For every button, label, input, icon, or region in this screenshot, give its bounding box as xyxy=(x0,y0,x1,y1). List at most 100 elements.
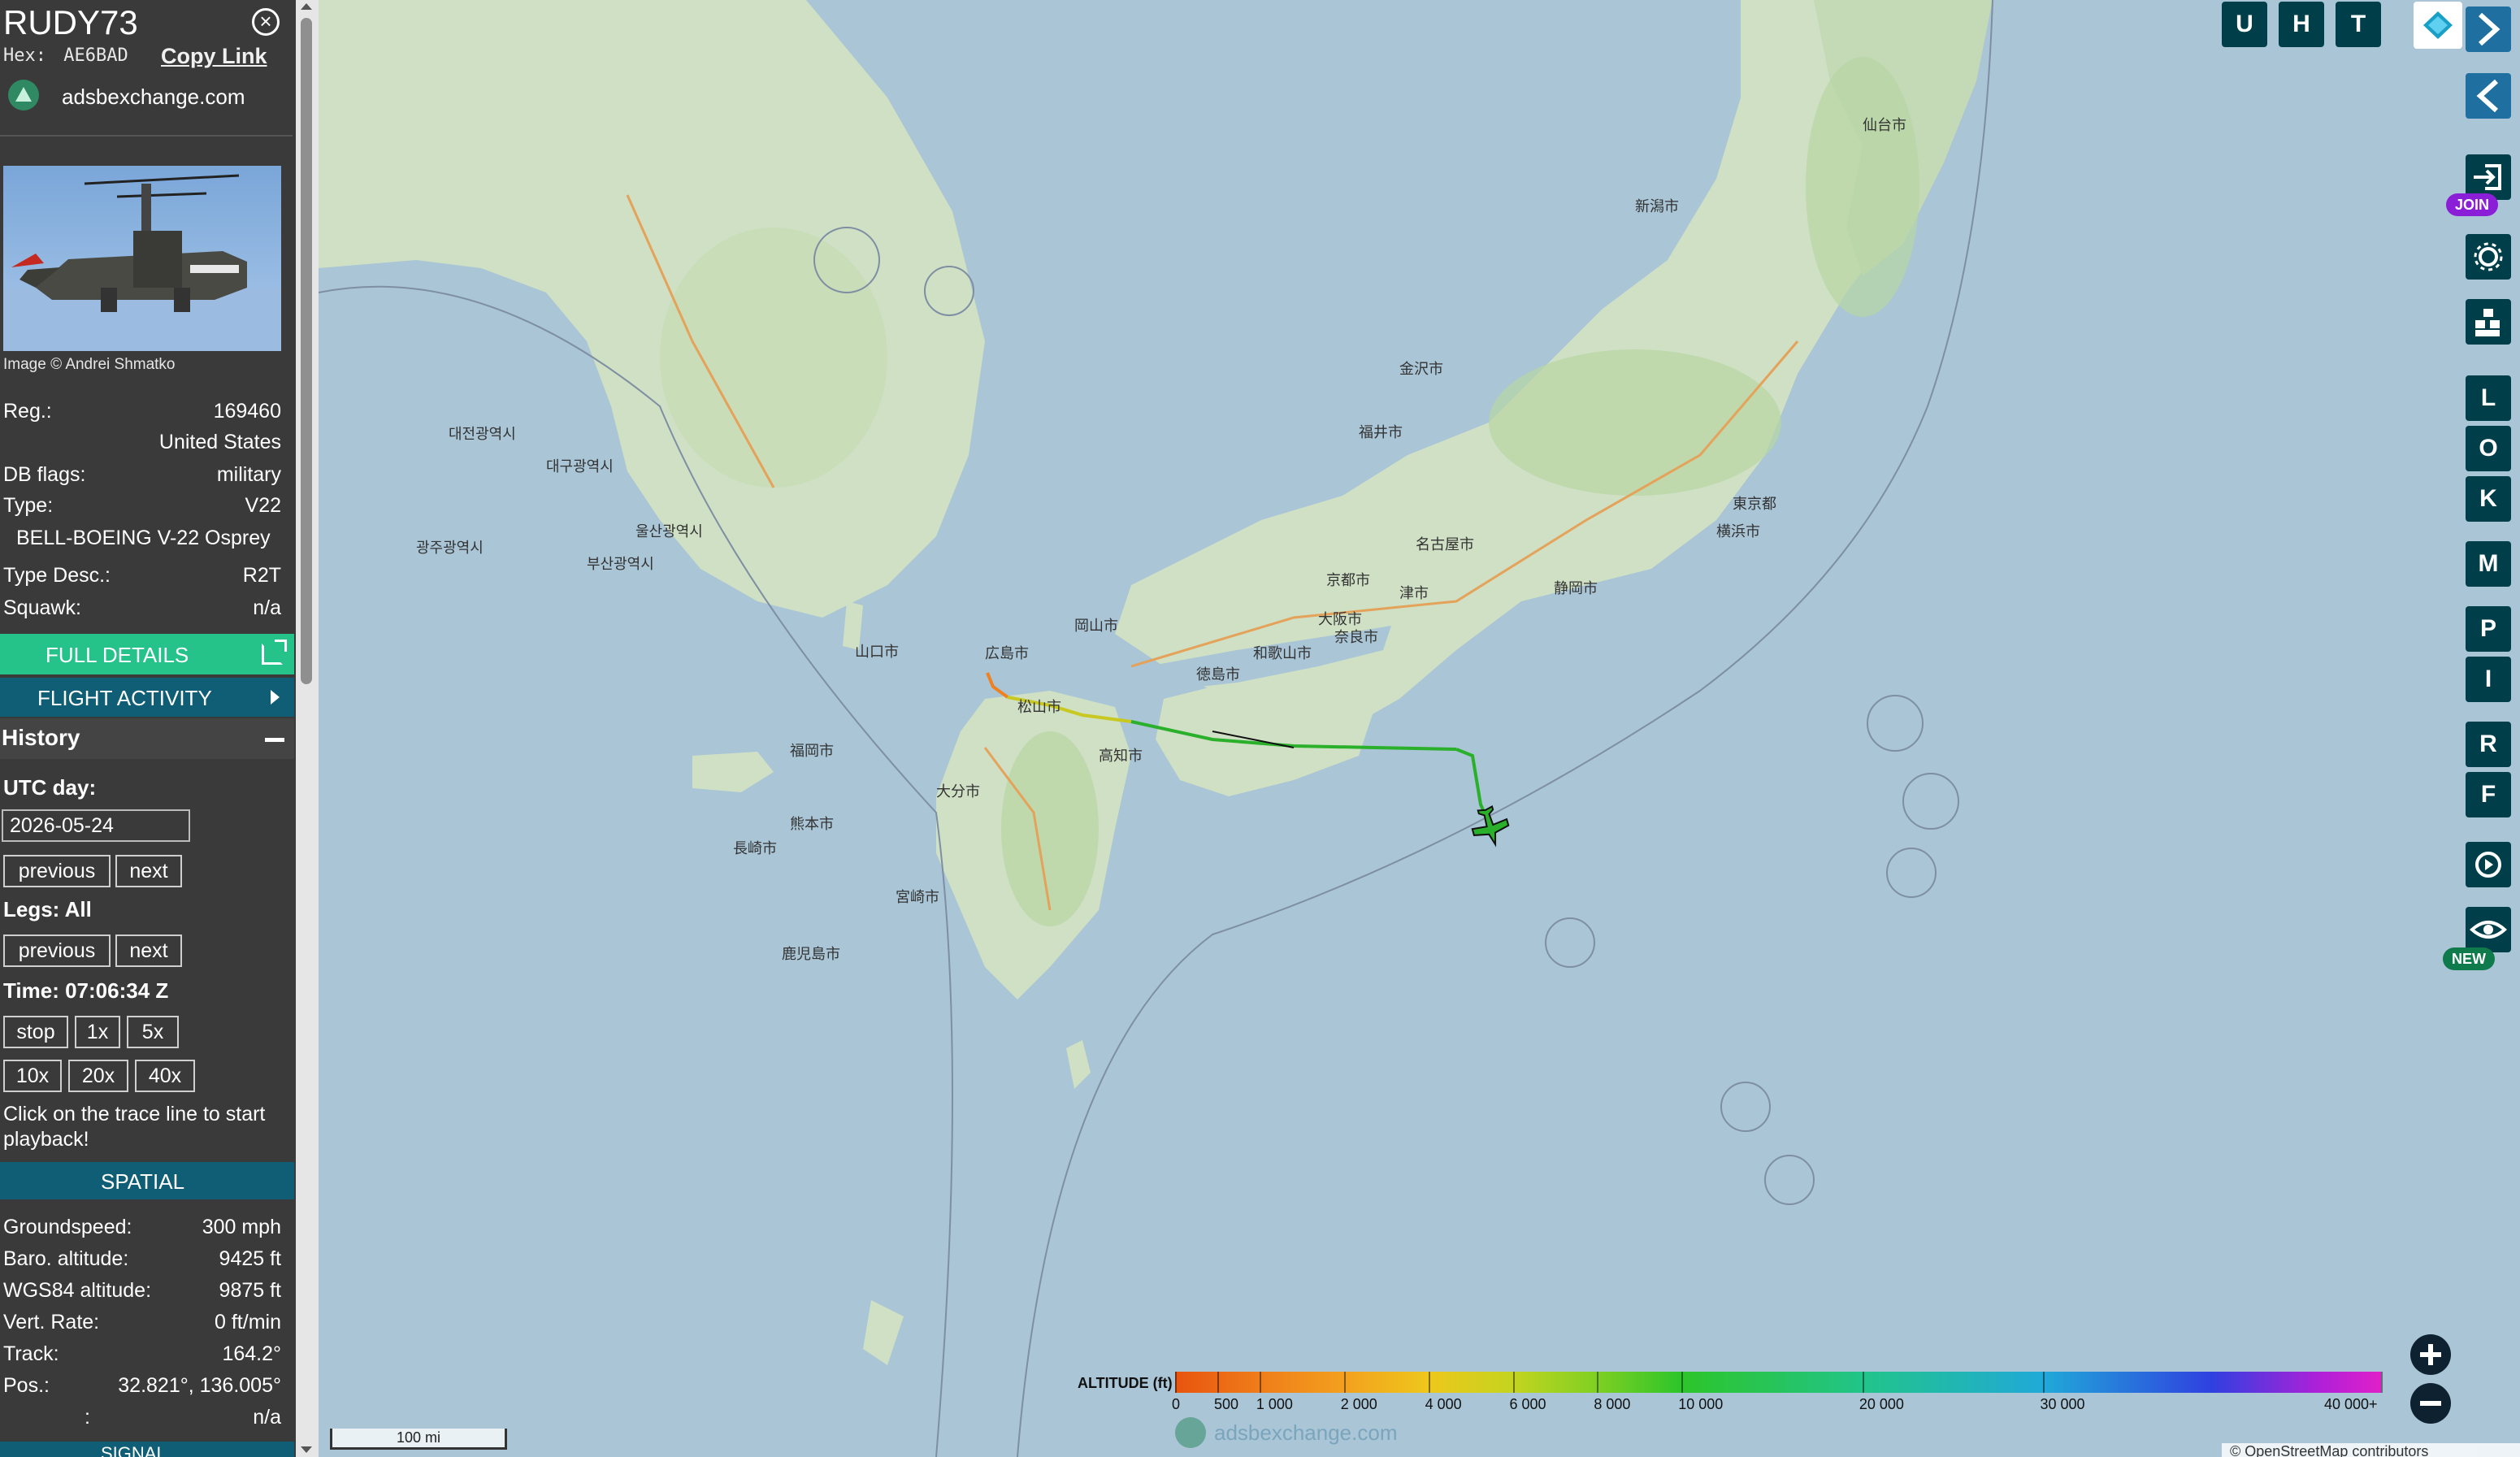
full-details-button[interactable]: FULL DETAILS xyxy=(0,634,294,674)
city-label-kagoshima: 鹿児島市 xyxy=(782,946,840,962)
spatial-header[interactable]: SPATIAL xyxy=(0,1162,294,1199)
aircraft-info-panel: RUDY73 × Hex: AE6BAD Copy Link adsbexcha… xyxy=(0,0,296,1457)
toggle-h-button[interactable]: H xyxy=(2279,2,2324,47)
flight-activity-button[interactable]: FLIGHT ACTIVITY xyxy=(0,678,294,717)
altitude-tick-label: 10 000 xyxy=(1678,1396,1724,1412)
divider xyxy=(0,135,293,137)
map-attribution[interactable]: © OpenStreetMap contributors xyxy=(2222,1443,2520,1457)
letter-r-button[interactable]: R xyxy=(2466,722,2511,767)
typedesc-label: Type Desc.: xyxy=(3,564,111,587)
toggle-u-button[interactable]: U xyxy=(2222,2,2267,47)
close-icon[interactable]: × xyxy=(252,8,280,36)
tanegashima-island xyxy=(1066,1040,1091,1089)
signal-title: SIGNAL xyxy=(101,1443,167,1457)
day-next-button[interactable]: next xyxy=(115,855,182,887)
wgs-value: 9875 ft xyxy=(219,1279,281,1302)
signal-header[interactable]: SIGNAL xyxy=(0,1442,294,1457)
city-label-kyoto: 京都市 xyxy=(1326,572,1370,588)
layers-button[interactable] xyxy=(2414,2,2462,49)
hex-value: AE6BAD xyxy=(63,46,128,66)
city-label-okayama: 岡山市 xyxy=(1074,618,1118,634)
speed-5x-button[interactable]: 5x xyxy=(127,1016,179,1048)
letter-k-button[interactable]: K xyxy=(2466,476,2511,522)
settings-button[interactable] xyxy=(2466,234,2511,280)
layers-icon xyxy=(2423,11,2453,39)
city-label-tsu: 津市 xyxy=(1399,585,1429,601)
hex-label: Hex: xyxy=(3,46,46,66)
hex-row: Hex: AE6BAD xyxy=(3,46,128,66)
altitude-tick-label: 8 000 xyxy=(1594,1396,1631,1412)
jeju-island xyxy=(692,752,774,792)
plus-icon xyxy=(2420,1344,2441,1365)
speed-10x-button[interactable]: 10x xyxy=(3,1060,62,1092)
city-label-yokohama: 横浜市 xyxy=(1716,523,1760,540)
extra-value: n/a xyxy=(253,1406,281,1429)
day-previous-button[interactable]: previous xyxy=(3,855,111,887)
altitude-tick-label: 20 000 xyxy=(1859,1396,1904,1412)
watermark-text: adsbexchange.com xyxy=(1214,1420,1398,1445)
map-canvas[interactable]: 広島市 山口市 福岡市 長崎市 熊本市 鹿児島市 松山市 高知市 大阪市 京都市… xyxy=(319,0,2520,1457)
speed-40x-button[interactable]: 40x xyxy=(135,1060,195,1092)
squawk-value: n/a xyxy=(253,596,281,619)
letter-o-button[interactable]: O xyxy=(2466,426,2511,471)
city-label-tokushima: 徳島市 xyxy=(1196,666,1240,683)
gear-icon xyxy=(2474,242,2503,271)
toggle-t-button[interactable]: T xyxy=(2336,2,2381,47)
letter-f-button[interactable]: F xyxy=(2466,772,2511,817)
zoom-out-button[interactable] xyxy=(2410,1383,2451,1424)
city-label-miyazaki: 宮崎市 xyxy=(896,889,939,905)
stop-button[interactable]: stop xyxy=(3,1016,68,1048)
scroll-up-icon[interactable] xyxy=(301,3,312,10)
extra-label: : xyxy=(85,1406,90,1429)
speed-20x-button[interactable]: 20x xyxy=(68,1060,128,1092)
source-link[interactable]: adsbexchange.com xyxy=(62,85,245,110)
letter-p-button[interactable]: P xyxy=(2466,606,2511,652)
altitude-tick-label: 0 xyxy=(1172,1396,1181,1412)
city-label-wakayama: 和歌山市 xyxy=(1253,645,1312,661)
replay-button[interactable] xyxy=(2466,842,2511,887)
city-label-kumamoto: 熊本市 xyxy=(790,816,834,832)
date-input[interactable] xyxy=(2,809,190,842)
city-label-kochi: 高知市 xyxy=(1099,748,1143,764)
history-header[interactable]: History xyxy=(0,718,294,759)
vert-value: 0 ft/min xyxy=(215,1311,281,1333)
altitude-tick-mark xyxy=(1512,1372,1515,1393)
aircraft-photo[interactable] xyxy=(3,166,281,351)
speed-1x-button[interactable]: 1x xyxy=(75,1016,120,1048)
altitude-tick-mark xyxy=(1217,1372,1219,1393)
new-badge: NEW xyxy=(2443,947,2495,970)
eye-icon xyxy=(2470,921,2507,939)
sidebar-scrollbar[interactable] xyxy=(296,0,319,1457)
scroll-down-icon[interactable] xyxy=(301,1446,312,1453)
city-label-nagasaki: 長崎市 xyxy=(733,840,777,856)
baro-label: Baro. altitude: xyxy=(3,1247,129,1270)
view-button[interactable] xyxy=(2466,907,2511,952)
japan-shikoku xyxy=(1156,683,1375,796)
city-label-hiroshima: 広島市 xyxy=(985,645,1029,661)
aircraft-icon[interactable] xyxy=(1468,804,1512,849)
utc-day-label: UTC day: xyxy=(3,775,97,800)
minus-icon xyxy=(2420,1401,2441,1406)
leg-previous-button[interactable]: previous xyxy=(3,934,111,967)
scrollbar-thumb[interactable] xyxy=(301,18,312,684)
dbflags-label: DB flags: xyxy=(3,463,86,486)
zoom-in-button[interactable] xyxy=(2410,1334,2451,1375)
collapse-icon[interactable] xyxy=(265,738,284,742)
letter-l-button[interactable]: L xyxy=(2466,375,2511,421)
reg-label: Reg.: xyxy=(3,400,52,423)
letter-i-button[interactable]: I xyxy=(2466,657,2511,702)
country-value: United States xyxy=(158,431,281,453)
letter-m-button[interactable]: M xyxy=(2466,541,2511,587)
altitude-tick-label: 40 000+ xyxy=(2324,1396,2378,1412)
filter-button[interactable] xyxy=(2466,299,2511,345)
collapse-left-button[interactable] xyxy=(2466,73,2511,119)
copy-link[interactable]: Copy Link xyxy=(161,44,267,69)
city-label-nagoya: 名古屋市 xyxy=(1416,536,1474,553)
altitude-tick-mark xyxy=(1343,1372,1346,1393)
leg-next-button[interactable]: next xyxy=(115,934,182,967)
spatial-title: SPATIAL xyxy=(101,1169,185,1194)
city-label-niigata: 新潟市 xyxy=(1635,198,1679,215)
expand-right-button[interactable] xyxy=(2466,7,2511,52)
callsign: RUDY73 xyxy=(3,3,138,41)
playback-hint: Click on the trace line to start playbac… xyxy=(3,1103,266,1151)
